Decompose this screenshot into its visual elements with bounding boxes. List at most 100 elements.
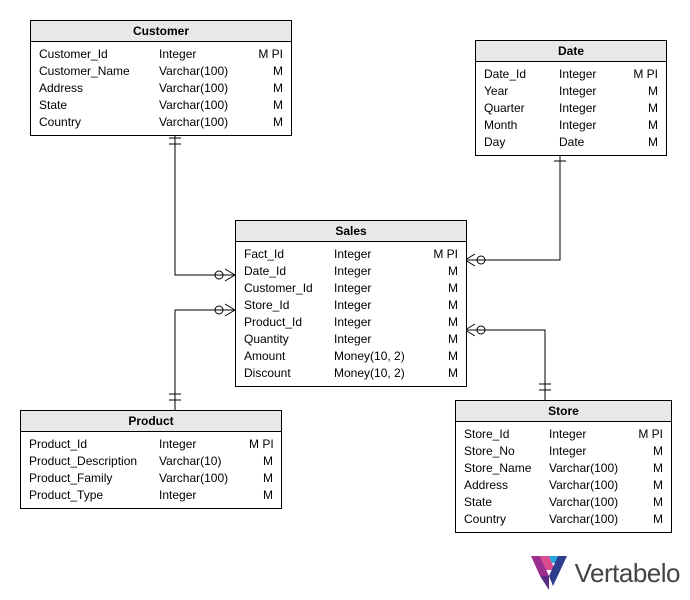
column-name: Product_Family: [29, 471, 159, 486]
entity-title: Customer: [31, 21, 291, 42]
column-row: Product_IdIntegerM PI: [21, 436, 281, 453]
column-type: Varchar(100): [159, 64, 249, 79]
column-type: Integer: [334, 332, 424, 347]
column-row: MonthIntegerM: [476, 117, 666, 134]
column-flags: M: [619, 118, 658, 133]
column-name: Day: [484, 135, 559, 150]
column-type: Varchar(10): [159, 454, 249, 469]
column-flags: M: [249, 81, 283, 96]
column-flags: M: [619, 101, 658, 116]
column-row: YearIntegerM: [476, 83, 666, 100]
column-name: Customer_Name: [39, 64, 159, 79]
column-type: Integer: [334, 298, 424, 313]
column-row: StateVarchar(100)M: [456, 494, 671, 511]
column-row: Product_DescriptionVarchar(10)M: [21, 453, 281, 470]
column-type: Integer: [159, 47, 249, 62]
column-type: Integer: [334, 315, 424, 330]
column-name: Amount: [244, 349, 334, 364]
column-flags: M PI: [634, 427, 663, 442]
column-flags: M: [249, 454, 273, 469]
column-type: Integer: [559, 67, 619, 82]
entity-title: Store: [456, 401, 671, 422]
entity-columns: Product_IdIntegerM PIProduct_Description…: [21, 432, 281, 508]
column-row: CountryVarchar(100)M: [31, 114, 291, 131]
column-name: Fact_Id: [244, 247, 334, 262]
column-type: Varchar(100): [159, 115, 249, 130]
column-type: Varchar(100): [159, 98, 249, 113]
vertabelo-icon: [531, 556, 567, 590]
entity-product[interactable]: ProductProduct_IdIntegerM PIProduct_Desc…: [20, 410, 282, 509]
column-name: Country: [464, 512, 549, 527]
column-flags: M: [249, 471, 273, 486]
entity-columns: Store_IdIntegerM PIStore_NoIntegerMStore…: [456, 422, 671, 532]
column-type: Integer: [549, 444, 634, 459]
column-type: Integer: [334, 264, 424, 279]
column-row: Product_IdIntegerM: [236, 314, 466, 331]
column-name: State: [464, 495, 549, 510]
column-name: Store_No: [464, 444, 549, 459]
column-flags: M: [634, 495, 663, 510]
column-name: Product_Id: [29, 437, 159, 452]
entity-columns: Fact_IdIntegerM PIDate_IdIntegerMCustome…: [236, 242, 466, 386]
column-type: Money(10, 2): [334, 349, 424, 364]
column-name: Country: [39, 115, 159, 130]
column-name: Customer_Id: [39, 47, 159, 62]
column-row: QuarterIntegerM: [476, 100, 666, 117]
column-name: Month: [484, 118, 559, 133]
column-flags: M PI: [249, 437, 274, 452]
column-type: Integer: [559, 118, 619, 133]
column-type: Varchar(100): [549, 495, 634, 510]
brand-name: Vertabelo: [575, 558, 680, 589]
entity-columns: Date_IdIntegerM PIYearIntegerMQuarterInt…: [476, 62, 666, 155]
column-flags: M: [249, 64, 283, 79]
column-row: Fact_IdIntegerM PI: [236, 246, 466, 263]
column-flags: M PI: [249, 47, 283, 62]
column-name: Customer_Id: [244, 281, 334, 296]
column-row: Store_IdIntegerM PI: [456, 426, 671, 443]
column-name: Address: [39, 81, 159, 96]
column-flags: M: [634, 461, 663, 476]
column-name: Product_Description: [29, 454, 159, 469]
column-flags: M: [424, 298, 458, 313]
column-flags: M: [424, 281, 458, 296]
column-type: Integer: [159, 488, 249, 503]
column-type: Varchar(100): [549, 512, 634, 527]
column-name: State: [39, 98, 159, 113]
column-row: Customer_IdIntegerM: [236, 280, 466, 297]
entity-date[interactable]: DateDate_IdIntegerM PIYearIntegerMQuarte…: [475, 40, 667, 156]
column-flags: M: [424, 332, 458, 347]
brand-logo: Vertabelo: [531, 556, 680, 590]
column-type: Money(10, 2): [334, 366, 424, 381]
column-flags: M PI: [424, 247, 458, 262]
column-type: Varchar(100): [549, 478, 634, 493]
column-flags: M: [424, 315, 458, 330]
column-row: AmountMoney(10, 2)M: [236, 348, 466, 365]
column-flags: M: [424, 264, 458, 279]
entity-title: Date: [476, 41, 666, 62]
entity-customer[interactable]: Customer Customer_IdIntegerM PI Customer_N…: [30, 20, 292, 136]
column-row: Product_FamilyVarchar(100)M: [21, 470, 281, 487]
column-flags: M: [619, 135, 658, 150]
column-row: AddressVarchar(100)M: [456, 477, 671, 494]
column-row: Date_IdIntegerM PI: [476, 66, 666, 83]
column-flags: M: [634, 444, 663, 459]
entity-title: Product: [21, 411, 281, 432]
column-row: QuantityIntegerM: [236, 331, 466, 348]
column-flags: M: [249, 98, 283, 113]
column-type: Integer: [559, 101, 619, 116]
entity-sales[interactable]: SalesFact_IdIntegerM PIDate_IdIntegerMCu…: [235, 220, 467, 387]
column-flags: M: [619, 84, 658, 99]
column-row: Store_NoIntegerM: [456, 443, 671, 460]
column-name: Address: [464, 478, 549, 493]
column-name: Discount: [244, 366, 334, 381]
column-type: Varchar(100): [159, 471, 249, 486]
column-row: Product_TypeIntegerM: [21, 487, 281, 504]
entity-title: Sales: [236, 221, 466, 242]
entity-store[interactable]: StoreStore_IdIntegerM PIStore_NoIntegerM…: [455, 400, 672, 533]
column-flags: M PI: [619, 67, 658, 82]
column-row: Date_IdIntegerM: [236, 263, 466, 280]
column-name: Product_Id: [244, 315, 334, 330]
column-type: Integer: [334, 247, 424, 262]
column-name: Year: [484, 84, 559, 99]
column-type: Integer: [559, 84, 619, 99]
